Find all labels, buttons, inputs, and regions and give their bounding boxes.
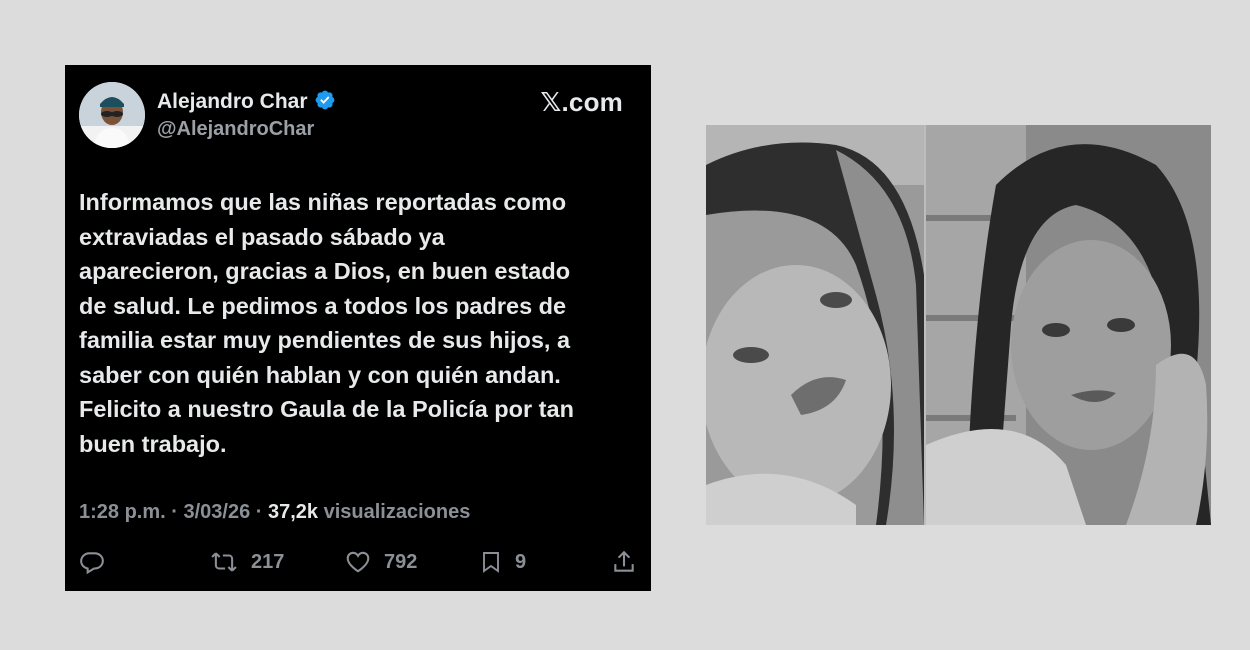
verified-badge-icon xyxy=(314,89,336,117)
tweet-actions: 217 792 9 xyxy=(79,547,639,577)
like-count: 792 xyxy=(384,550,418,573)
portrait-photo-left xyxy=(706,125,924,525)
author-handle[interactable]: @AlejandroChar xyxy=(157,118,314,141)
like-button[interactable]: 792 xyxy=(344,547,417,577)
portrait-photo-right xyxy=(926,125,1211,525)
tweet-timestamp[interactable]: 1:28 p.m. · 3/03/26 · xyxy=(79,501,268,523)
x-logo: 𝕏.com xyxy=(540,87,623,117)
bookmark-icon xyxy=(479,549,503,575)
tweet-text: Informamos que las niñas reportadas como… xyxy=(79,189,574,457)
tweet-meta: 1:28 p.m. · 3/03/26 · 37,2k visualizacio… xyxy=(79,501,470,524)
retweet-button[interactable]: 217 xyxy=(209,547,284,577)
heart-icon xyxy=(344,549,372,575)
bookmark-count: 9 xyxy=(515,550,527,573)
bookmark-button[interactable]: 9 xyxy=(479,547,526,577)
author-name[interactable]: Alejandro Char xyxy=(157,89,336,117)
views-label: visualizaciones xyxy=(318,501,471,523)
views-count: 37,2k xyxy=(267,501,319,523)
tweet-card: Alejandro Char @AlejandroChar 𝕏.com Info… xyxy=(65,65,651,591)
avatar[interactable] xyxy=(79,82,145,148)
share-button[interactable] xyxy=(611,547,637,577)
share-icon xyxy=(611,549,637,575)
reply-button[interactable] xyxy=(79,547,105,577)
author-name-text[interactable]: Alejandro Char xyxy=(157,90,308,113)
retweet-icon xyxy=(209,549,239,575)
retweet-count: 217 xyxy=(251,550,285,573)
photo-panel xyxy=(706,125,1211,525)
reply-icon xyxy=(79,549,105,575)
